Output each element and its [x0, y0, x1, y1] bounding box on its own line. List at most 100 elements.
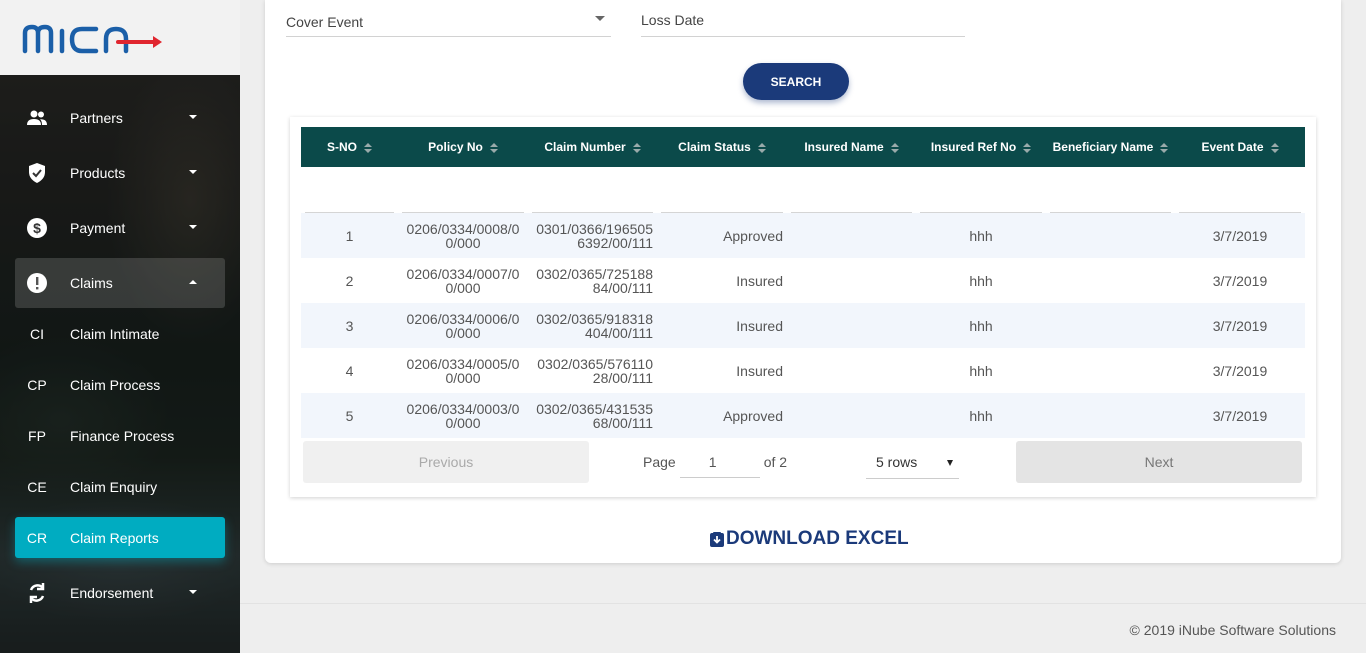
sort-icon [757, 142, 766, 153]
sidebar-item-label: Claims [70, 275, 113, 291]
column-header[interactable]: S-NO [301, 127, 398, 167]
cell-sno: 1 [345, 227, 354, 244]
cell-claim-number: 0302/0365/57611028/00/111 [537, 355, 653, 386]
header-label: Insured Ref No [930, 140, 1017, 154]
sidebar-item-label: Endorsement [70, 585, 154, 601]
filter-input[interactable] [791, 183, 912, 213]
table-header-row: S-NO Policy No Claim Number Claim Status… [301, 127, 1305, 167]
page-total: of 2 [763, 454, 788, 470]
sidebar-subitem-claim-intimate[interactable]: CI Claim Intimate [15, 313, 225, 354]
filter-input[interactable] [1050, 183, 1171, 213]
sidebar-subitem-claim-reports[interactable]: CR Claim Reports [15, 517, 225, 558]
cell-policy-no: 0206/0334/0005/00/000 [406, 355, 520, 386]
loss-date-field[interactable]: Loss Date [641, 0, 965, 37]
dollar-circle-icon: $ [17, 217, 57, 239]
sidebar-subitem-claim-enquiry[interactable]: CE Claim Enquiry [15, 466, 225, 507]
cell-policy-no: 0206/0334/0003/00/000 [406, 400, 520, 431]
cell-policy-no: 0206/0334/0006/00/000 [406, 310, 520, 341]
rows-per-page-value: 5 rows [876, 454, 918, 470]
sidebar-subitem-claim-process[interactable]: CP Claim Process [15, 364, 225, 405]
header-label: Claim Status [678, 140, 751, 154]
column-header[interactable]: Event Date [1175, 127, 1305, 167]
chevron-up-icon [189, 280, 197, 284]
cell-insured-ref: hhh [969, 227, 993, 244]
cell-claim-number: 0302/0365/43153568/00/111 [536, 400, 653, 431]
claims-table: S-NO Policy No Claim Number Claim Status… [301, 127, 1305, 438]
cover-event-label: Cover Event [286, 14, 364, 30]
header-label: Insured Name [804, 140, 884, 154]
table-row[interactable]: 3 0206/0334/0006/00/000 0302/0365/918318… [301, 303, 1305, 348]
page-number-input[interactable] [679, 446, 760, 478]
filter-input[interactable] [532, 183, 653, 213]
table-row[interactable]: 2 0206/0334/0007/00/000 0302/0365/725188… [301, 258, 1305, 303]
loss-date-label: Loss Date [641, 12, 705, 28]
cell-policy-no: 0206/0334/0007/00/000 [406, 265, 520, 296]
chevron-down-icon [189, 115, 197, 119]
claims-table-container: S-NO Policy No Claim Number Claim Status… [290, 117, 1316, 497]
cell-sno: 4 [345, 362, 354, 379]
subitem-abbr: CR [26, 529, 48, 546]
page-label: Page [643, 454, 676, 470]
header-label: Claim Number [544, 140, 626, 154]
table-row[interactable]: 4 0206/0334/0005/00/000 0302/0365/576110… [301, 348, 1305, 393]
filter-input[interactable] [402, 183, 524, 213]
sidebar-item-claims[interactable]: Claims [15, 258, 225, 308]
alert-circle-icon [17, 272, 57, 294]
next-button[interactable]: Next [1016, 441, 1302, 483]
svg-text:$: $ [33, 220, 41, 236]
download-excel-button[interactable]: DOWNLOAD EXCEL [710, 527, 909, 551]
cell-status: Insured [736, 362, 783, 379]
column-header[interactable]: Claim Status [657, 127, 787, 167]
mica-logo-icon [22, 24, 162, 53]
cell-insured-ref: hhh [969, 317, 993, 334]
table-row[interactable]: 5 0206/0334/0003/00/000 0302/0365/431535… [301, 393, 1305, 438]
sort-icon [1023, 142, 1032, 153]
filter-input[interactable] [1179, 183, 1301, 213]
column-header[interactable]: Insured Name [787, 127, 916, 167]
pagination: Previous Page of 2 5 rows Next [303, 441, 1303, 485]
sidebar-item-endorsement[interactable]: Endorsement [15, 568, 225, 618]
previous-button[interactable]: Previous [303, 441, 589, 483]
filter-input[interactable] [305, 183, 394, 213]
rows-per-page-select[interactable]: 5 rows [866, 446, 959, 479]
sidebar-item-payment[interactable]: $ Payment [15, 203, 225, 253]
cell-insured-name [787, 393, 916, 438]
sidebar-item-products[interactable]: Products [15, 148, 225, 198]
logo[interactable]: mica [0, 0, 240, 75]
subitem-label: Claim Intimate [70, 325, 160, 342]
column-header[interactable]: Beneficiary Name [1046, 127, 1175, 167]
cover-event-select[interactable]: Cover Event [286, 0, 611, 37]
header-label: Beneficiary Name [1052, 140, 1154, 154]
column-header[interactable]: Policy No [398, 127, 528, 167]
cell-event-date: 3/7/2019 [1212, 407, 1268, 424]
cell-sno: 5 [345, 407, 354, 424]
chevron-down-icon [189, 225, 197, 229]
filter-row [301, 167, 1305, 213]
filter-input[interactable] [920, 183, 1042, 213]
table-row[interactable]: 1 0206/0334/0008/00/000 0301/0366/196505… [301, 213, 1305, 258]
sidebar-subitem-finance-process[interactable]: FP Finance Process [15, 415, 225, 456]
shield-check-icon [17, 162, 57, 184]
column-header[interactable]: Claim Number [528, 127, 657, 167]
sort-icon [1160, 142, 1169, 153]
cell-status: Insured [736, 272, 783, 289]
cell-status: Approved [723, 227, 783, 244]
header-label: Policy No [428, 140, 483, 154]
cell-claim-number: 0302/0365/918318404/00/111 [536, 310, 653, 341]
cell-sno: 2 [345, 272, 354, 289]
cell-insured-ref: hhh [969, 272, 993, 289]
subitem-label: Claim Enquiry [70, 478, 158, 495]
cell-beneficiary [1046, 348, 1175, 393]
cell-status: Insured [736, 317, 783, 334]
filter-input[interactable] [661, 183, 783, 213]
page-info: Page of 2 [643, 441, 787, 483]
claim-reports-card: Cover Event Loss Date SEARCH S-NO Policy… [265, 0, 1341, 563]
search-button[interactable]: SEARCH [743, 63, 849, 100]
sidebar-item-partners[interactable]: Partners [15, 93, 225, 143]
subitem-abbr: CI [30, 325, 44, 342]
people-icon [17, 110, 57, 126]
cell-sno: 3 [345, 317, 354, 334]
cell-claim-number: 0301/0366/1965056392/00/111 [536, 220, 653, 251]
cell-policy-no: 0206/0334/0008/00/000 [406, 220, 520, 251]
column-header[interactable]: Insured Ref No [916, 127, 1046, 167]
